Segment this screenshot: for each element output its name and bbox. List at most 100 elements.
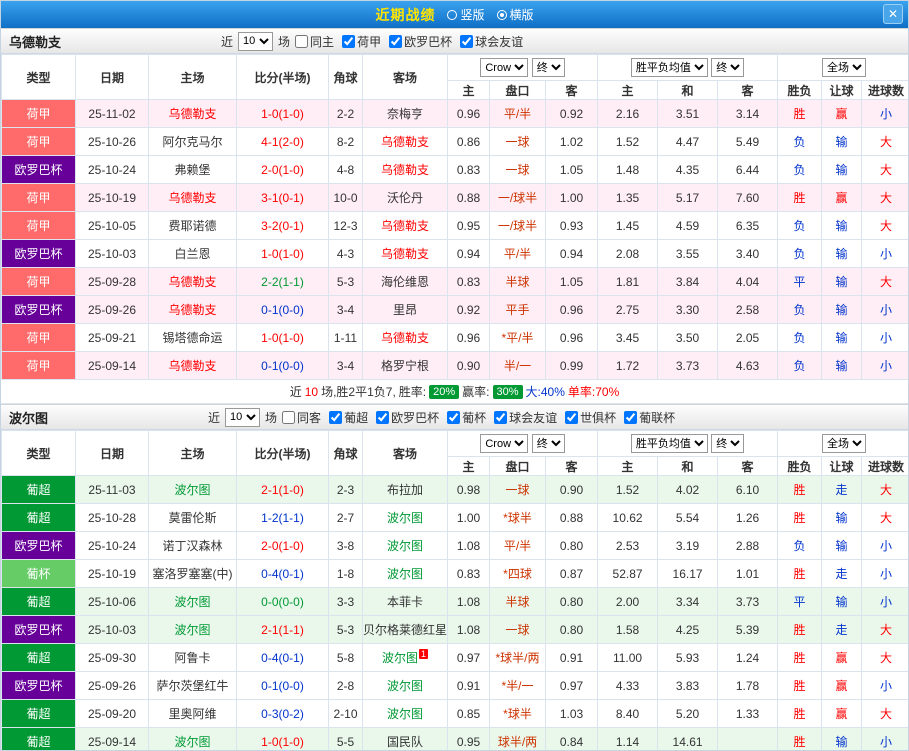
- home-team-link[interactable]: 白兰恩: [148, 239, 237, 268]
- sub-header-handicap: 盘口: [489, 80, 546, 100]
- filter-option[interactable]: 葡超: [329, 409, 368, 426]
- away-team-link[interactable]: 布拉加: [362, 475, 448, 504]
- home-team-link[interactable]: 乌德勒支: [148, 267, 237, 296]
- filter-option[interactable]: 欧罗巴杯: [376, 409, 439, 426]
- home-team-link[interactable]: 诺丁汉森林: [148, 531, 237, 560]
- filter-checkbox[interactable]: [624, 410, 638, 424]
- home-team-link[interactable]: 锡塔德命运: [148, 323, 237, 352]
- away-team-link[interactable]: 里昂: [362, 295, 448, 324]
- filter-checkbox[interactable]: [447, 410, 461, 424]
- sub-header-handicap-away: 客: [544, 456, 599, 476]
- filter-checkbox[interactable]: [376, 410, 390, 424]
- europe-final-select[interactable]: 终: [711, 58, 745, 77]
- home-team-link[interactable]: 乌德勒支: [148, 295, 237, 324]
- col-header-away: 客场: [362, 430, 448, 476]
- home-team-link[interactable]: 波尔图: [148, 587, 237, 616]
- home-team-link[interactable]: 里奥阿维: [148, 699, 237, 728]
- close-button[interactable]: ✕: [883, 4, 903, 24]
- away-team-link[interactable]: 波尔图: [362, 503, 448, 532]
- filter-option[interactable]: 球会友谊: [460, 33, 523, 50]
- home-team-link[interactable]: 乌德勒支: [148, 351, 237, 380]
- odds-home-win: 4.33: [597, 671, 659, 700]
- home-team-link[interactable]: 莫雷伦斯: [148, 503, 237, 532]
- europe-avg-select[interactable]: 胜平负均值: [630, 58, 708, 77]
- filter-option[interactable]: 球会友谊: [494, 409, 557, 426]
- filter-checkbox[interactable]: [282, 410, 296, 424]
- home-team-link[interactable]: 波尔图: [148, 475, 237, 504]
- odds-away-win: 3.40: [717, 239, 779, 268]
- filter-checkbox[interactable]: [565, 410, 579, 424]
- home-team-link[interactable]: 塞洛罗塞塞(中): [148, 559, 237, 588]
- handicap-result-cell: 赢: [821, 671, 863, 700]
- home-team-link[interactable]: 阿鲁卡: [148, 643, 237, 672]
- home-team-link[interactable]: 萨尔茨堡红牛: [148, 671, 237, 700]
- orientation-radio[interactable]: 竖版: [447, 6, 485, 23]
- handicap-result-cell: 输: [821, 587, 863, 616]
- away-team-link[interactable]: 乌德勒支: [362, 127, 448, 156]
- home-team-link[interactable]: 弗赖堡: [148, 155, 237, 184]
- league-badge: 葡超: [1, 475, 76, 504]
- filter-option[interactable]: 同客: [282, 409, 321, 426]
- date-cell: 25-10-24: [75, 531, 149, 560]
- handicap-final-select[interactable]: 终: [531, 434, 565, 453]
- away-team-link[interactable]: 奈梅亨: [362, 99, 448, 128]
- away-team-link[interactable]: 波尔图: [362, 531, 448, 560]
- home-team-link[interactable]: 费耶诺德: [148, 211, 237, 240]
- odds-company-select[interactable]: Crow: [480, 58, 529, 77]
- away-team-link[interactable]: 海伦维恩: [362, 267, 448, 296]
- europe-odds-header: 胜平负均值 终: [597, 430, 779, 457]
- away-team-link[interactable]: 贝尔格莱德红星: [362, 615, 448, 644]
- filter-checkbox[interactable]: [329, 410, 343, 424]
- europe-avg-select[interactable]: 胜平负均值: [630, 434, 708, 453]
- filter-option[interactable]: 世俱杯: [565, 409, 616, 426]
- filter-checkbox[interactable]: [494, 410, 508, 424]
- scope-select[interactable]: 全场: [822, 58, 867, 77]
- orientation-radio[interactable]: 横版: [496, 6, 534, 23]
- away-team-link[interactable]: 格罗宁根: [362, 351, 448, 380]
- match-count-select[interactable]: 10: [225, 407, 261, 427]
- away-team-link[interactable]: 乌德勒支: [362, 323, 448, 352]
- match-count-select[interactable]: 10: [238, 31, 274, 51]
- away-team-link[interactable]: 波尔图: [362, 559, 448, 588]
- away-team-link[interactable]: 沃伦丹: [362, 183, 448, 212]
- home-team-link[interactable]: 波尔图: [148, 727, 237, 750]
- filter-option[interactable]: 同主: [295, 33, 334, 50]
- filter-option[interactable]: 葡杯: [447, 409, 486, 426]
- odds-away-win: 1.01: [717, 559, 779, 588]
- filter-checkbox[interactable]: [460, 34, 474, 48]
- filter-near-label: 近: [221, 34, 234, 49]
- filter-checkbox[interactable]: [342, 34, 356, 48]
- filter-checkbox[interactable]: [389, 34, 403, 48]
- scope-select[interactable]: 全场: [822, 434, 867, 453]
- score-cell: 4-1(2-0): [236, 127, 329, 156]
- odds-draw: 5.17: [657, 183, 719, 212]
- europe-final-select[interactable]: 终: [711, 434, 745, 453]
- date-cell: 25-10-19: [75, 183, 149, 212]
- score-cell: 0-4(0-1): [236, 559, 329, 588]
- away-team-link[interactable]: 本菲卡: [362, 587, 448, 616]
- away-team-link[interactable]: 乌德勒支: [362, 155, 448, 184]
- filter-option[interactable]: 荷甲: [342, 33, 381, 50]
- home-team-link[interactable]: 乌德勒支: [148, 183, 237, 212]
- away-team-link[interactable]: 波尔图: [362, 671, 448, 700]
- away-team-link[interactable]: 波尔图: [362, 699, 448, 728]
- odds-company-select[interactable]: Crow: [480, 434, 529, 453]
- filter-option[interactable]: 欧罗巴杯: [389, 33, 452, 50]
- away-team-link[interactable]: 国民队: [362, 727, 448, 750]
- home-team-link[interactable]: 阿尔克马尔: [148, 127, 237, 156]
- odds-home-win: 1.81: [597, 267, 659, 296]
- away-team-link[interactable]: 乌德勒支: [362, 211, 448, 240]
- filter-option[interactable]: 葡联杯: [624, 409, 675, 426]
- score-cell: 0-1(0-0): [236, 295, 329, 324]
- home-team-link[interactable]: 乌德勒支: [148, 99, 237, 128]
- handicap-final-select[interactable]: 终: [531, 58, 565, 77]
- filter-label: 葡联杯: [639, 410, 676, 425]
- league-badge: 荷甲: [1, 267, 76, 296]
- away-team-link[interactable]: 乌德勒支: [362, 239, 448, 268]
- home-team-link[interactable]: 波尔图: [148, 615, 237, 644]
- away-team-link[interactable]: 波尔图 1: [362, 643, 448, 672]
- handicap-odds-home: 0.86: [447, 127, 490, 156]
- filter-checkbox[interactable]: [295, 34, 309, 48]
- rate-chip: 30%: [492, 384, 523, 399]
- handicap-odds-home: 0.91: [447, 671, 490, 700]
